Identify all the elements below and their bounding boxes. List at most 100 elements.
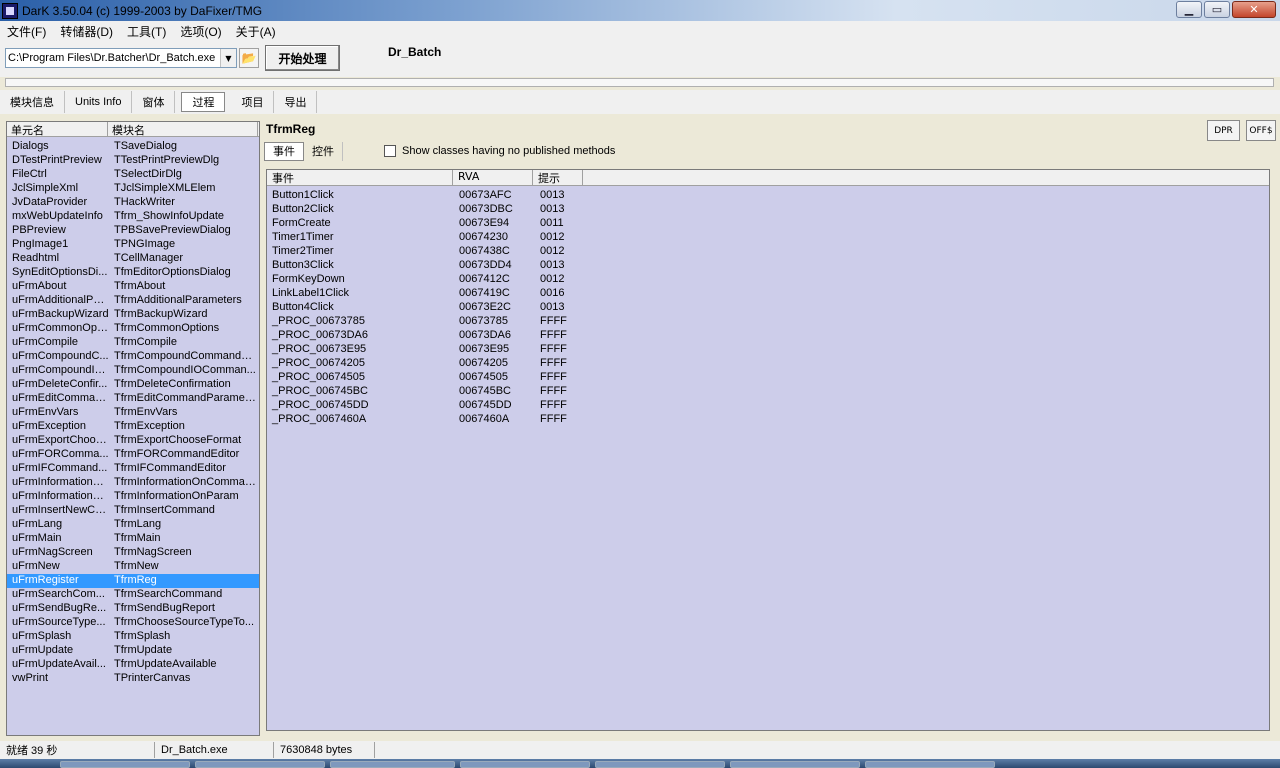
offs-button[interactable]: OFF$ [1246, 120, 1276, 141]
unit-list-row[interactable]: PngImage1 TPNGImage [7, 238, 259, 252]
unit-list-row[interactable]: uFrmSearchCom... TfrmSearchCommand [7, 588, 259, 602]
tab-module-info[interactable]: 模块信息 [0, 91, 65, 113]
class-name-cell: TfrmInformationOnParam [114, 490, 239, 502]
unit-list-row[interactable]: uFrmCommonOpti... TfrmCommonOptions [7, 322, 259, 336]
chevron-down-icon[interactable]: ▼ [220, 49, 236, 67]
unit-list-row[interactable]: uFrmUpdateAvail... TfrmUpdateAvailable [7, 658, 259, 672]
column-header-rva[interactable]: RVA [453, 170, 533, 185]
menu-dumper[interactable]: 转储器(D) [53, 23, 120, 40]
unit-list-row[interactable]: uFrmRegister TfrmReg [7, 574, 259, 588]
taskbar-item[interactable] [60, 761, 190, 768]
unit-list-row[interactable]: uFrmException TfrmException [7, 420, 259, 434]
class-name-cell: TfmEditorOptionsDialog [114, 266, 231, 278]
unit-list-row[interactable]: uFrmInformationO... TfrmInformationOnComm… [7, 476, 259, 490]
unit-list-row[interactable]: uFrmSplash TfrmSplash [7, 630, 259, 644]
event-list-row[interactable]: _PROC_00673E95 00673E95 FFFF [267, 343, 1269, 357]
event-list-row[interactable]: FormKeyDown 0067412C 0012 [267, 273, 1269, 287]
unit-list-row[interactable]: uFrmSendBugRe... TfrmSendBugReport [7, 602, 259, 616]
event-list-row[interactable]: FormCreate 00673E94 0011 [267, 217, 1269, 231]
taskbar-item[interactable] [460, 761, 590, 768]
event-list-row[interactable]: _PROC_006745BC 006745BC FFFF [267, 385, 1269, 399]
unit-list-row[interactable]: uFrmAdditionalPar... TfrmAdditionalParame… [7, 294, 259, 308]
taskbar-item[interactable] [195, 761, 325, 768]
start-process-button[interactable]: 开始处理 [265, 45, 340, 71]
unit-list-row[interactable]: PBPreview TPBSavePreviewDialog [7, 224, 259, 238]
menu-options[interactable]: 选项(O) [173, 23, 228, 40]
menu-file[interactable]: 文件(F) [0, 23, 53, 40]
open-file-button[interactable]: 📂 [239, 48, 259, 68]
minimize-button[interactable]: ▁ [1176, 1, 1202, 18]
unit-list-row[interactable]: uFrmUpdate TfrmUpdate [7, 644, 259, 658]
unit-list-row[interactable]: uFrmInsertNewCo... TfrmInsertCommand [7, 504, 259, 518]
event-list[interactable]: 事件 RVA 提示 Button1Click 00673AFC 0013 Button… [266, 169, 1270, 731]
event-list-row[interactable]: _PROC_00674205 00674205 FFFF [267, 357, 1269, 371]
event-list-row[interactable]: Button1Click 00673AFC 0013 [267, 189, 1269, 203]
unit-list-row[interactable]: mxWebUpdateInfo Tfrm_ShowInfoUpdate [7, 210, 259, 224]
unit-list-row[interactable]: uFrmNew TfrmNew [7, 560, 259, 574]
event-list-row[interactable]: _PROC_00673DA6 00673DA6 FFFF [267, 329, 1269, 343]
unit-list-row[interactable]: uFrmCompoundC... TfrmCompoundCommandE... [7, 350, 259, 364]
tab-controls[interactable]: 控件 [304, 141, 343, 161]
event-list-row[interactable]: Button2Click 00673DBC 0013 [267, 203, 1269, 217]
unit-list-row[interactable]: uFrmEditComman... TfrmEditCommandParamet.… [7, 392, 259, 406]
event-list-row[interactable]: Button3Click 00673DD4 0013 [267, 259, 1269, 273]
app-icon[interactable] [2, 2, 18, 19]
close-button[interactable]: ✕ [1232, 1, 1276, 18]
tab-units-info[interactable]: Units Info [65, 91, 133, 113]
taskbar-item[interactable] [730, 761, 860, 768]
tab-project[interactable]: 项目 [231, 91, 275, 113]
unit-list-row[interactable]: uFrmCompile TfrmCompile [7, 336, 259, 350]
event-list-row[interactable]: Timer2Timer 0067438C 0012 [267, 245, 1269, 259]
event-list-row[interactable]: _PROC_00673785 00673785 FFFF [267, 315, 1269, 329]
event-list-row[interactable]: Timer1Timer 00674230 0012 [267, 231, 1269, 245]
dpr-button[interactable]: DPR [1207, 120, 1240, 141]
unit-list-row[interactable]: Readhtml TCellManager [7, 252, 259, 266]
tab-exports[interactable]: 导出 [274, 91, 318, 113]
show-classes-checkbox[interactable]: Show classes having no published methods [384, 145, 615, 157]
tab-events[interactable]: 事件 [264, 141, 304, 161]
checkbox-box[interactable] [384, 145, 396, 157]
menu-about[interactable]: 关于(A) [229, 23, 283, 40]
unit-list-row[interactable]: uFrmDeleteConfir... TfrmDeleteConfirmatio… [7, 378, 259, 392]
rva-cell: 0067412C [459, 273, 510, 285]
unit-list-row[interactable]: uFrmAbout TfrmAbout [7, 280, 259, 294]
unit-list-row[interactable]: uFrmLang TfrmLang [7, 518, 259, 532]
event-list-row[interactable]: _PROC_00674505 00674505 FFFF [267, 371, 1269, 385]
tab-forms[interactable]: 窗体 [132, 91, 176, 113]
unit-list-row[interactable]: uFrmBackupWizard TfrmBackupWizard [7, 308, 259, 322]
event-list-row[interactable]: LinkLabel1Click 0067419C 0016 [267, 287, 1269, 301]
column-header-event[interactable]: 事件 [267, 170, 453, 185]
maximize-button[interactable]: ▭ [1204, 1, 1230, 18]
unit-list-row[interactable]: uFrmEnvVars TfrmEnvVars [7, 406, 259, 420]
event-list-row[interactable]: Button4Click 00673E2C 0013 [267, 301, 1269, 315]
column-header-hint[interactable]: 提示 [533, 170, 583, 185]
path-value[interactable]: C:\Program Files\Dr.Batcher\Dr_Batch.exe [6, 52, 220, 64]
event-list-row[interactable]: _PROC_006745DD 006745DD FFFF [267, 399, 1269, 413]
path-combobox[interactable]: C:\Program Files\Dr.Batcher\Dr_Batch.exe… [5, 48, 237, 68]
unit-list-row[interactable]: uFrmIFCommand... TfrmIFCommandEditor [7, 462, 259, 476]
taskbar-item[interactable] [595, 761, 725, 768]
taskbar-item[interactable] [865, 761, 995, 768]
unit-list-row[interactable]: DTestPrintPreview TTestPrintPreviewDlg [7, 154, 259, 168]
unit-list-row[interactable]: SynEditOptionsDi... TfmEditorOptionsDialo… [7, 266, 259, 280]
unit-list-row[interactable]: vwPrint TPrinterCanvas [7, 672, 259, 686]
unit-list-row[interactable]: JclSimpleXml TJclSimpleXMLElem [7, 182, 259, 196]
unit-list-row[interactable]: FileCtrl TSelectDirDlg [7, 168, 259, 182]
taskbar-item[interactable] [330, 761, 455, 768]
unit-list-row[interactable]: uFrmSourceType... TfrmChooseSourceTypeTo.… [7, 616, 259, 630]
unit-name-cell: uFrmAdditionalPar... [12, 294, 109, 306]
unit-list-row[interactable]: uFrmMain TfrmMain [7, 532, 259, 546]
unit-list-row[interactable]: uFrmExportChoos... TfrmExportChooseFormat [7, 434, 259, 448]
unit-list-row[interactable]: uFrmInformationO... TfrmInformationOnPara… [7, 490, 259, 504]
unit-list-row[interactable]: uFrmFORComma... TfrmFORCommandEditor [7, 448, 259, 462]
unit-list-row[interactable]: uFrmCompoundIO... TfrmCompoundIOComman... [7, 364, 259, 378]
event-list-row[interactable]: _PROC_0067460A 0067460A FFFF [267, 413, 1269, 427]
unit-list-row[interactable]: Dialogs TSaveDialog [7, 140, 259, 154]
unit-list[interactable]: 单元名 模块名 Dialogs TSaveDialog DTestPrintPrev… [6, 121, 260, 736]
tab-procedures[interactable]: 过程 [181, 92, 226, 112]
unit-list-row[interactable]: JvDataProvider THackWriter [7, 196, 259, 210]
menu-tools[interactable]: 工具(T) [120, 23, 173, 40]
column-header-unit[interactable]: 单元名 [7, 122, 108, 137]
unit-list-row[interactable]: uFrmNagScreen TfrmNagScreen [7, 546, 259, 560]
column-header-class[interactable]: 模块名 [108, 122, 258, 137]
